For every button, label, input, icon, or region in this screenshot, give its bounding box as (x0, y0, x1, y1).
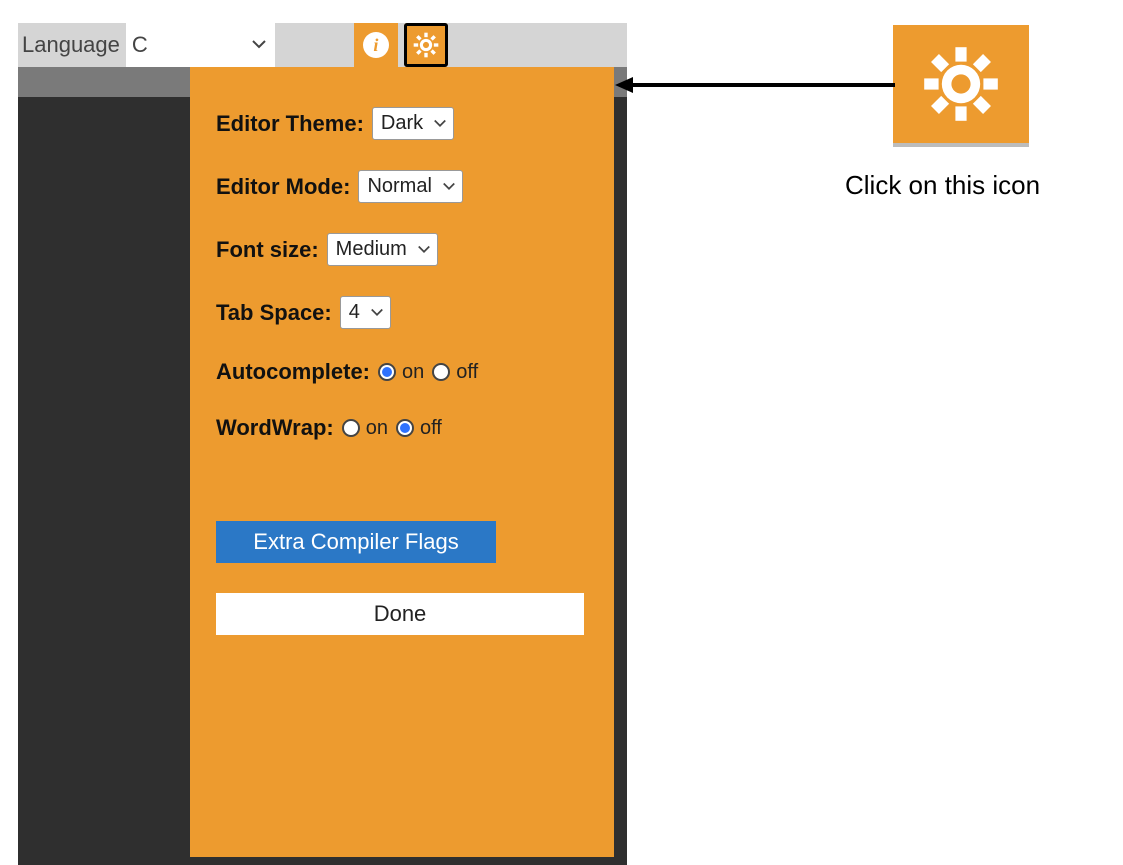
autocomplete-label: Autocomplete: (216, 359, 370, 385)
wordwrap-off-option[interactable]: off (396, 417, 442, 440)
wordwrap-row: WordWrap: on off (216, 415, 588, 441)
callout-gear-icon-large (893, 25, 1029, 143)
chevron-down-icon (433, 117, 447, 131)
info-button[interactable]: i (354, 23, 398, 67)
tab-select[interactable]: 4 (340, 296, 391, 329)
autocomplete-off-label: off (456, 361, 478, 384)
wordwrap-label: WordWrap: (216, 415, 334, 441)
radio-icon (432, 363, 450, 381)
font-value: Medium (336, 238, 407, 261)
gear-icon (921, 44, 1001, 124)
gear-icon (412, 31, 440, 59)
autocomplete-row: Autocomplete: on off (216, 359, 588, 385)
chevron-down-icon (442, 180, 456, 194)
wordwrap-on-label: on (366, 417, 388, 440)
chevron-down-icon (417, 243, 431, 257)
mode-value: Normal (367, 175, 431, 198)
chevron-down-icon (251, 37, 267, 53)
info-icon: i (363, 32, 389, 58)
theme-value: Dark (381, 112, 423, 135)
font-label: Font size: (216, 237, 319, 263)
language-select[interactable]: C (126, 23, 276, 67)
toolbar-spacer (276, 23, 354, 67)
editor-screenshot: Language C i (18, 23, 627, 859)
wordwrap-on-option[interactable]: on (342, 417, 388, 440)
autocomplete-off-option[interactable]: off (432, 361, 478, 384)
settings-button[interactable] (404, 23, 448, 67)
autocomplete-on-label: on (402, 361, 424, 384)
mode-select[interactable]: Normal (358, 170, 462, 203)
language-value: C (132, 32, 148, 58)
annotation-caption: Click on this icon (845, 170, 1040, 201)
done-button[interactable]: Done (216, 593, 584, 635)
gap (398, 23, 404, 67)
mode-label: Editor Mode: (216, 174, 350, 200)
extra-compiler-flags-button[interactable]: Extra Compiler Flags (216, 521, 496, 563)
tab-value: 4 (349, 301, 360, 324)
wordwrap-off-label: off (420, 417, 442, 440)
language-label: Language (18, 23, 126, 67)
radio-icon (342, 419, 360, 437)
tab-label: Tab Space: (216, 300, 332, 326)
theme-label: Editor Theme: (216, 111, 364, 137)
theme-select[interactable]: Dark (372, 107, 454, 140)
chevron-down-icon (370, 306, 384, 320)
settings-popover: Editor Theme: Dark Editor Mode: Normal F… (190, 67, 614, 857)
autocomplete-on-option[interactable]: on (378, 361, 424, 384)
radio-icon (378, 363, 396, 381)
font-row: Font size: Medium (216, 233, 588, 266)
theme-row: Editor Theme: Dark (216, 107, 588, 140)
topbar: Language C i (18, 23, 627, 67)
tab-row: Tab Space: 4 (216, 296, 588, 329)
annotation-arrow (615, 70, 895, 100)
radio-icon (396, 419, 414, 437)
font-select[interactable]: Medium (327, 233, 438, 266)
mode-row: Editor Mode: Normal (216, 170, 588, 203)
topbar-remainder (448, 23, 627, 67)
